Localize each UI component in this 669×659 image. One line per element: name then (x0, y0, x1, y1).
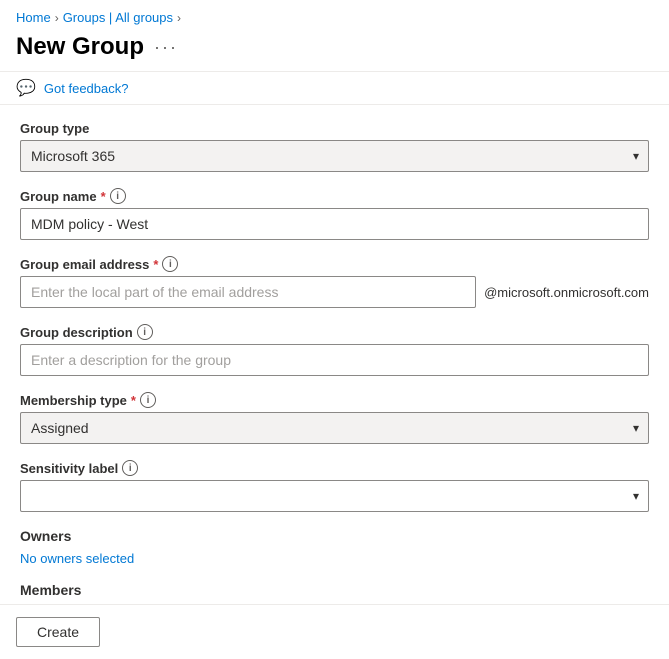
group-email-required: * (153, 257, 158, 272)
email-row: @microsoft.onmicrosoft.com (20, 276, 649, 308)
breadcrumb: Home › Groups | All groups › (0, 0, 669, 29)
group-type-select-wrapper: Microsoft 365 Security Distribution Mail… (20, 140, 649, 172)
sensitivity-label-label: Sensitivity label i (20, 460, 649, 476)
page-title: New Group (16, 33, 144, 61)
membership-type-label: Membership type * i (20, 392, 649, 408)
sensitivity-label-select[interactable] (20, 480, 649, 512)
email-domain: @microsoft.onmicrosoft.com (484, 285, 649, 300)
group-name-required: * (101, 189, 106, 204)
breadcrumb-home[interactable]: Home (16, 10, 51, 25)
sensitivity-label-info-icon[interactable]: i (122, 460, 138, 476)
group-description-label: Group description i (20, 324, 649, 340)
more-options-button[interactable]: ··· (154, 37, 178, 58)
group-type-group: Group type Microsoft 365 Security Distri… (20, 121, 649, 172)
owners-title: Owners (20, 528, 649, 544)
membership-type-group: Membership type * i Assigned Dynamic Use… (20, 392, 649, 444)
membership-type-select-wrapper: Assigned Dynamic User Dynamic Device ▾ (20, 412, 649, 444)
group-name-group: Group name * i (20, 188, 649, 240)
sensitivity-label-group: Sensitivity label i ▾ (20, 460, 649, 512)
group-email-group: Group email address * i @microsoft.onmic… (20, 256, 649, 308)
group-email-label: Group email address * i (20, 256, 649, 272)
group-name-label: Group name * i (20, 188, 649, 204)
feedback-icon: 💬 (16, 78, 36, 98)
membership-type-required: * (131, 393, 136, 408)
members-title: Members (20, 582, 649, 598)
group-type-select[interactable]: Microsoft 365 Security Distribution Mail… (20, 140, 649, 172)
bottom-bar: Create (0, 604, 669, 659)
page-title-area: New Group ··· (0, 29, 669, 71)
group-description-input[interactable] (20, 344, 649, 376)
no-owners-link[interactable]: No owners selected (20, 551, 134, 566)
main-content: Group type Microsoft 365 Security Distri… (0, 105, 669, 604)
breadcrumb-sep2: › (177, 11, 181, 25)
group-description-group: Group description i (20, 324, 649, 376)
group-description-info-icon[interactable]: i (137, 324, 153, 340)
breadcrumb-sep1: › (55, 11, 59, 25)
group-name-info-icon[interactable]: i (110, 188, 126, 204)
sensitivity-label-select-wrapper: ▾ (20, 480, 649, 512)
group-email-info-icon[interactable]: i (162, 256, 178, 272)
create-button[interactable]: Create (16, 617, 100, 647)
owners-group: Owners No owners selected (20, 528, 649, 566)
group-type-label: Group type (20, 121, 649, 136)
group-email-input[interactable] (20, 276, 476, 308)
membership-type-info-icon[interactable]: i (140, 392, 156, 408)
membership-type-select[interactable]: Assigned Dynamic User Dynamic Device (20, 412, 649, 444)
members-group: Members No members selected (20, 582, 649, 604)
group-name-input[interactable] (20, 208, 649, 240)
breadcrumb-groups[interactable]: Groups | All groups (63, 10, 173, 25)
feedback-bar[interactable]: 💬 Got feedback? (0, 71, 669, 105)
feedback-label: Got feedback? (44, 81, 129, 96)
